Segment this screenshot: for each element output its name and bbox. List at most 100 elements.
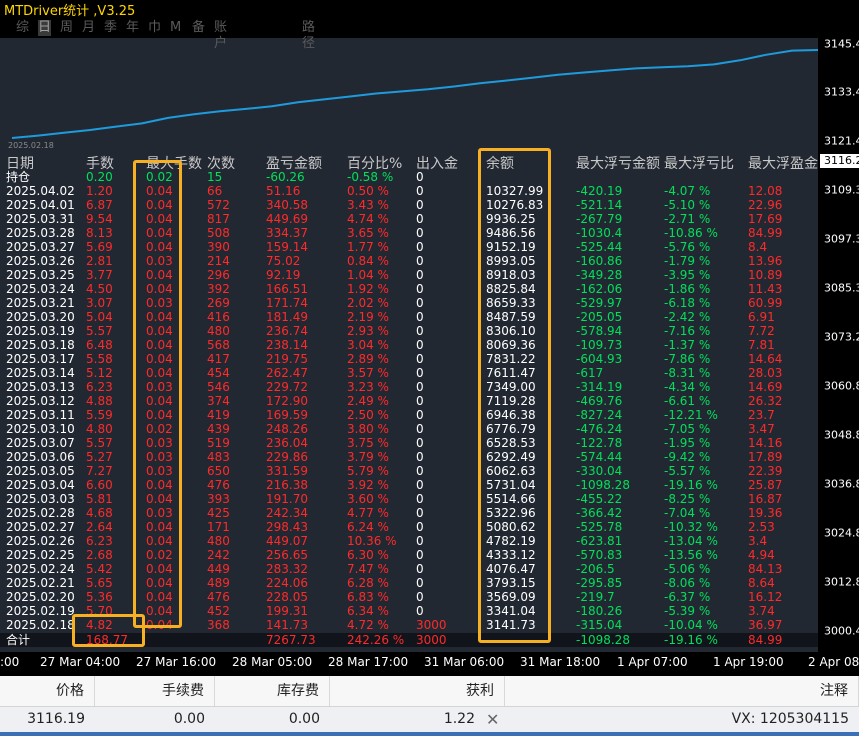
pnl-cell: 172.90 [266,394,308,408]
max-drawdown-cell: -529.97 [576,296,623,310]
time-tick: :00 [0,655,20,669]
pct-cell: 1.77 % [347,240,389,254]
max-gain-cell: 23.7 [748,408,775,422]
profit-header[interactable]: 获利 [330,676,505,706]
deposit-cell: 0 [416,576,424,590]
time-tick: 1 Apr 19:00 [713,655,784,669]
tab-5[interactable]: 年 [126,20,139,36]
tab-4[interactable]: 季 [104,20,117,36]
max-drawdown-cell: -366.42 [576,506,623,520]
max-drawdown-pct-cell: -10.86 % [664,226,718,240]
max-lots-highlight [133,160,182,628]
comment-header[interactable]: 注释 [505,676,859,706]
deposit-cell: 0 [416,604,424,618]
max-drawdown-cell: -180.26 [576,604,623,618]
pnl-cell: 334.37 [266,226,308,240]
count-cell: 374 [207,394,230,408]
table-row: 2025.03.18 6.48 0.04 568 238.14 3.04 % 0 8069.3… [0,338,818,352]
pct-cell: 6.30 % [347,548,389,562]
row-date: 2025.03.25 [6,268,75,282]
chart-window[interactable]: MTDriver统计 ,V3.25 综日周月季年巾 M 备账户 路径 2025.02.… [0,0,859,676]
max-gain-cell: 14.69 [748,380,783,394]
lots-cell: 6.60 [86,478,113,492]
lots-cell: 6.23 [86,380,113,394]
row-date: 2025.03.21 [6,296,75,310]
count-cell: 489 [207,576,230,590]
close-position-icon[interactable]: ✕ [486,707,500,732]
max-drawdown-pct-cell: -13.04 % [664,534,718,548]
tab-2[interactable]: 周 [60,20,73,36]
price-tick: 3109.3 [824,183,859,197]
price-tick: 3048.8 [824,428,859,442]
price-tick: 3024.8 [824,526,859,540]
max-gain-cell: 8.64 [748,576,775,590]
table-row: 2025.03.28 8.13 0.04 508 334.37 3.65 % 0 9486.5… [0,226,818,240]
pct-cell: 3.79 % [347,450,389,464]
equity-curve-chart [11,49,818,139]
row-date: 2025.02.21 [6,576,75,590]
commission-header[interactable]: 手续费 [95,676,215,706]
lots-cell: 5.12 [86,366,113,380]
count-cell: 452 [207,604,230,618]
deposit-cell: 0 [416,310,424,324]
time-tick: 28 Mar 17:00 [328,655,409,669]
pnl-cell: 242.34 [266,506,308,520]
tab-0[interactable]: 综 [16,20,29,36]
pnl-cell: 199.31 [266,604,308,618]
max-gain-cell: 7.81 [748,338,775,352]
table-row: 2025.04.01 6.87 0.04 572 340.58 3.43 % 0 10276.… [0,198,818,212]
count-cell: 476 [207,478,230,492]
row-date: 2025.03.10 [6,422,75,436]
equity-line [11,49,818,139]
pct-cell: -0.58 % [347,170,394,184]
deposit-cell: 0 [416,464,424,478]
tab-7[interactable]: M [170,20,181,36]
tab-3[interactable]: 月 [82,20,95,36]
deposit-cell: 0 [416,506,424,520]
pct-cell: 4.72 % [347,618,389,632]
pct-cell: 2.50 % [347,408,389,422]
price-header[interactable]: 价格 [0,676,95,706]
pct-cell: 4.74 % [347,212,389,226]
row-date: 2025.03.27 [6,240,75,254]
deposit-cell: 0 [416,352,424,366]
pnl-cell: 298.43 [266,520,308,534]
pnl-cell: 236.74 [266,324,308,338]
count-cell: 483 [207,450,230,464]
table-row: 2025.03.10 4.80 0.02 439 248.26 3.80 % 0 6776.7… [0,422,818,436]
tab-6[interactable]: 巾 [148,20,161,36]
total-lots-highlight [72,614,145,647]
max-drawdown-pct-cell: -6.18 % [664,296,711,310]
count-cell: 66 [207,184,223,198]
lots-cell: 6.23 [86,534,113,548]
max-drawdown-cell: -295.85 [576,576,623,590]
pct-cell: 3.65 % [347,226,389,240]
lots-cell: 5.57 [86,324,113,338]
max-drawdown-pct-cell: -6.61 % [664,394,711,408]
swap-header[interactable]: 库存费 [215,676,330,706]
deposit-cell: 0 [416,380,424,394]
table-row: 2025.03.11 5.59 0.04 419 169.59 2.50 % 0 6946.3… [0,408,818,422]
tab-8[interactable]: 备 [192,20,205,36]
lots-cell: 5.58 [86,352,113,366]
pct-cell: 1.04 % [347,268,389,282]
deposit-cell: 0 [416,436,424,450]
lots-cell: 5.69 [86,240,113,254]
total-deposit: 3000 [416,633,447,647]
deposit-cell: 0 [416,492,424,506]
max-drawdown-pct-cell: -1.37 % [664,338,711,352]
table-row: 2025.02.27 2.64 0.04 171 298.43 6.24 % 0 5080.6… [0,520,818,534]
max-gain-cell: 22.96 [748,198,783,212]
max-gain-cell: 60.99 [748,296,783,310]
tab-1[interactable]: 日 [38,20,52,36]
max-drawdown-cell: -604.93 [576,352,623,366]
lots-cell: 4.50 [86,282,113,296]
pnl-cell: 51.16 [266,184,301,198]
trade-row[interactable]: 3116.19 0.00 0.00 1.22 VX: 1205304115 [0,707,859,732]
pnl-cell: 236.04 [266,436,308,450]
row-date: 2025.03.19 [6,324,75,338]
max-gain-cell: 6.91 [748,310,775,324]
max-drawdown-pct-cell: -5.57 % [664,464,711,478]
pnl-cell: 229.72 [266,380,308,394]
row-date: 2025.03.07 [6,436,75,450]
